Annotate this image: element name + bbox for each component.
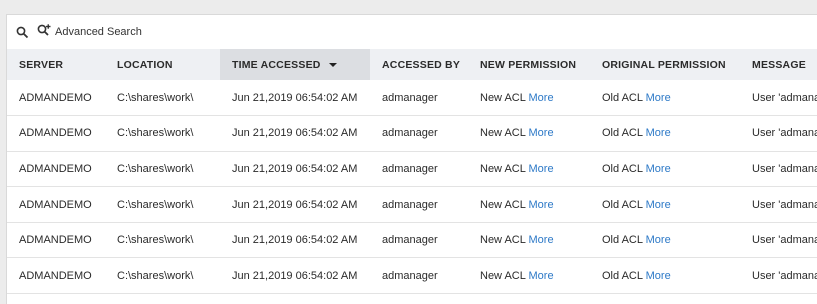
old-acl-more-link[interactable]: More <box>646 199 671 211</box>
new-acl-more-link[interactable]: More <box>529 234 554 246</box>
cell-time-accessed: Jun 21,2019 06:54:02 AM <box>232 198 358 211</box>
cell-new-permission: New ACL More <box>468 116 590 152</box>
new-acl-text: New ACL <box>480 269 526 282</box>
cell-message: User 'admanager' <box>752 127 817 140</box>
column-header-time-accessed[interactable]: TIME ACCESSED <box>220 49 370 80</box>
cell-new-permission: New ACL More <box>468 151 590 187</box>
search-plus-icon <box>37 24 51 40</box>
cell-accessed-by: admanager <box>382 269 438 282</box>
new-acl-more-link[interactable]: More <box>529 127 554 139</box>
cell-original-permission: Old ACL More <box>590 151 740 187</box>
new-acl-text: New ACL <box>480 234 526 247</box>
new-acl-more-link[interactable]: More <box>529 92 554 104</box>
audit-report-panel: Advanced Search SERVER LOCATION TIME ACC… <box>6 14 817 304</box>
toolbar: Advanced Search <box>7 15 817 49</box>
old-acl-text: Old ACL <box>602 269 643 282</box>
column-header-server[interactable]: SERVER <box>7 49 105 80</box>
sort-desc-icon[interactable] <box>328 63 337 67</box>
cell-server: ADMANDEMO <box>19 127 92 140</box>
cell-accessed-by: admanager <box>382 91 438 104</box>
new-acl-text: New ACL <box>480 198 526 211</box>
cell-server: ADMANDEMO <box>19 91 92 104</box>
table-row[interactable]: ADMANDEMO C:\shares\work\ Jun 21,2019 06:5… <box>7 151 817 187</box>
cell-accessed-by: admanager <box>382 234 438 247</box>
cell-location: C:\shares\work\ <box>117 234 194 247</box>
cell-accessed-by: admanager <box>382 127 438 140</box>
new-acl-more-link[interactable]: More <box>529 270 554 282</box>
new-acl-more-link[interactable]: More <box>529 199 554 211</box>
column-header-location[interactable]: LOCATION <box>105 49 220 80</box>
cell-message: User 'admanager' <box>752 269 817 282</box>
cell-original-permission: Old ACL More <box>590 116 740 152</box>
new-acl-more-link[interactable]: More <box>529 163 554 175</box>
old-acl-text: Old ACL <box>602 198 643 211</box>
cell-time-accessed: Jun 21,2019 06:54:02 AM <box>232 91 358 104</box>
cell-original-permission: Old ACL More <box>590 187 740 223</box>
cell-message: User 'admanager' <box>752 198 817 211</box>
old-acl-text: Old ACL <box>602 234 643 247</box>
old-acl-text: Old ACL <box>602 127 643 140</box>
cell-message: User 'admanager' <box>752 162 817 175</box>
old-acl-more-link[interactable]: More <box>646 270 671 282</box>
report-table: SERVER LOCATION TIME ACCESSED ACCESSED B… <box>7 49 817 294</box>
cell-new-permission: New ACL More <box>468 80 590 116</box>
old-acl-more-link[interactable]: More <box>646 92 671 104</box>
search-icon[interactable] <box>16 26 29 39</box>
advanced-search-label: Advanced Search <box>55 26 142 38</box>
cell-location: C:\shares\work\ <box>117 127 194 140</box>
cell-original-permission: Old ACL More <box>590 258 740 294</box>
new-acl-text: New ACL <box>480 91 526 104</box>
cell-new-permission: New ACL More <box>468 222 590 258</box>
column-header-accessed-by[interactable]: ACCESSED BY <box>370 49 468 80</box>
new-acl-text: New ACL <box>480 127 526 140</box>
cell-server: ADMANDEMO <box>19 234 92 247</box>
column-header-original-permission[interactable]: ORIGINAL PERMISSION <box>590 49 740 80</box>
cell-original-permission: Old ACL More <box>590 80 740 116</box>
cell-server: ADMANDEMO <box>19 269 92 282</box>
old-acl-text: Old ACL <box>602 91 643 104</box>
old-acl-more-link[interactable]: More <box>646 163 671 175</box>
cell-server: ADMANDEMO <box>19 162 92 175</box>
cell-accessed-by: admanager <box>382 198 438 211</box>
cell-message: User 'admanager' <box>752 234 817 247</box>
cell-location: C:\shares\work\ <box>117 91 194 104</box>
table-header-row: SERVER LOCATION TIME ACCESSED ACCESSED B… <box>7 49 817 80</box>
old-acl-more-link[interactable]: More <box>646 234 671 246</box>
old-acl-text: Old ACL <box>602 162 643 175</box>
column-header-message[interactable]: MESSAGE <box>740 49 817 80</box>
table-row[interactable]: ADMANDEMO C:\shares\work\ Jun 21,2019 06:5… <box>7 80 817 116</box>
cell-time-accessed: Jun 21,2019 06:54:02 AM <box>232 162 358 175</box>
cell-time-accessed: Jun 21,2019 06:54:02 AM <box>232 234 358 247</box>
cell-new-permission: New ACL More <box>468 258 590 294</box>
cell-accessed-by: admanager <box>382 162 438 175</box>
table-row[interactable]: ADMANDEMO C:\shares\work\ Jun 21,2019 06:5… <box>7 222 817 258</box>
cell-original-permission: Old ACL More <box>590 222 740 258</box>
new-acl-text: New ACL <box>480 162 526 175</box>
cell-time-accessed: Jun 21,2019 06:54:02 AM <box>232 127 358 140</box>
column-header-new-permission[interactable]: NEW PERMISSION <box>468 49 590 80</box>
table-row[interactable]: ADMANDEMO C:\shares\work\ Jun 21,2019 06:5… <box>7 187 817 223</box>
cell-message: User 'admanager' <box>752 91 817 104</box>
table-row[interactable]: ADMANDEMO C:\shares\work\ Jun 21,2019 06:5… <box>7 258 817 294</box>
cell-location: C:\shares\work\ <box>117 162 194 175</box>
cell-location: C:\shares\work\ <box>117 269 194 282</box>
advanced-search-button[interactable]: Advanced Search <box>37 24 142 40</box>
table-row[interactable]: ADMANDEMO C:\shares\work\ Jun 21,2019 06:5… <box>7 116 817 152</box>
cell-new-permission: New ACL More <box>468 187 590 223</box>
cell-location: C:\shares\work\ <box>117 198 194 211</box>
old-acl-more-link[interactable]: More <box>646 127 671 139</box>
cell-server: ADMANDEMO <box>19 198 92 211</box>
cell-time-accessed: Jun 21,2019 06:54:02 AM <box>232 269 358 282</box>
